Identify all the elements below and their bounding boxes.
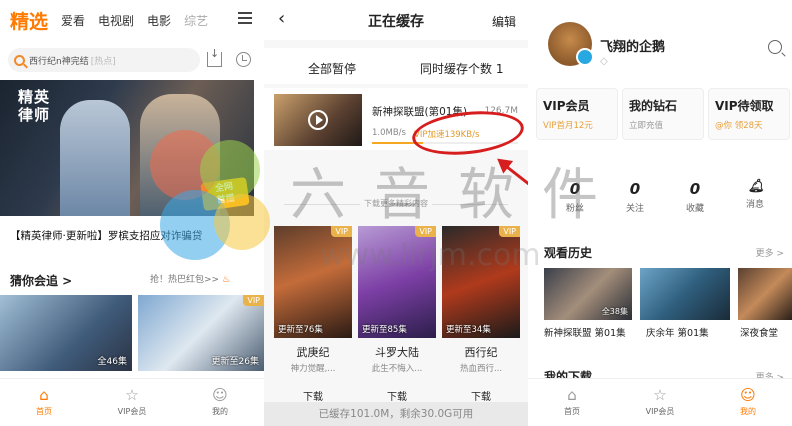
bottom-tab-vip[interactable]: ☆ VIP会员 — [88, 379, 176, 426]
menu-icon[interactable] — [238, 12, 252, 24]
star-icon: ☆ — [125, 386, 139, 404]
history-clock-icon[interactable] — [236, 52, 251, 67]
poster-card[interactable]: VIP 更新至85集 — [358, 226, 436, 338]
poster-card[interactable]: VIP 更新至76集 — [274, 226, 352, 338]
vip-badge: VIP — [499, 226, 520, 237]
bottom-tab-bar: ⌂ 首页 ☆ VIP会员 ☺ 我的 — [528, 378, 792, 426]
download-controls: 全部暂停 同时缓存个数 1 — [264, 48, 528, 84]
poster-title: 西行纪 — [464, 346, 498, 359]
username[interactable]: 飞翔的企鹅 — [600, 36, 665, 55]
history-item[interactable] — [640, 268, 730, 320]
stat-messages[interactable]: 🔔︎ 消息 — [730, 179, 780, 211]
banner-caption[interactable]: 【精英律师·更新啦】罗槟支招应对诈骗贷 — [10, 228, 202, 243]
recommend-card[interactable]: VIP 更新至26集 — [138, 295, 264, 371]
update-status: 更新至85集 — [362, 325, 407, 335]
vip-membership-card[interactable]: VIP会员 VIP首月12元 — [536, 88, 618, 140]
bell-icon: 🔔︎ — [748, 179, 765, 194]
download-button[interactable]: 下载 — [358, 388, 436, 403]
history-item[interactable]: 全38集 — [544, 268, 632, 320]
episode-count: 全38集 — [601, 307, 628, 316]
banner-show-logo: 精英 律师 — [18, 88, 51, 124]
premiere-badge: 全网 首播 — [200, 176, 250, 212]
vip-badge: VIP — [243, 295, 264, 306]
history-item[interactable] — [738, 268, 792, 320]
banner-figure-left — [60, 100, 130, 216]
history-title: 新神探联盟 第01集 — [544, 328, 626, 339]
bottom-tab-bar: ⌂ 首页 ☆ VIP会员 ☺ 我的 — [0, 378, 264, 426]
vip-badge: VIP — [331, 226, 352, 237]
update-status: 更新至34集 — [446, 325, 491, 335]
smile-icon: ☺ — [212, 386, 228, 404]
flame-icon: ♨ — [221, 275, 231, 285]
download-thumbnail — [274, 94, 362, 146]
star-icon: ☆ — [653, 386, 667, 404]
update-status: 更新至76集 — [278, 325, 323, 335]
recommend-card[interactable]: 全46集 — [0, 295, 132, 371]
search-placeholder: [热点] — [90, 56, 116, 67]
pause-all-button[interactable]: 全部暂停 — [308, 60, 356, 77]
tab-movies[interactable]: 电影 — [147, 12, 171, 29]
search-icon[interactable] — [768, 40, 782, 54]
tab-featured[interactable]: 精选 — [10, 7, 48, 34]
edit-button[interactable]: 编辑 — [492, 13, 516, 30]
vip-badge: VIP — [415, 226, 436, 237]
section-title-history: 观看历史 — [544, 246, 593, 260]
my-diamonds-card[interactable]: 我的钻石 立即充值 — [622, 88, 704, 140]
annotation-arrow — [499, 160, 528, 200]
tab-love-watch[interactable]: 爱看 — [61, 12, 85, 29]
concurrent-count-setting[interactable]: 同时缓存个数 1 — [420, 60, 503, 77]
avatar[interactable] — [548, 22, 594, 66]
poster-subtitle: 此生不悔入... — [371, 364, 423, 374]
download-icon[interactable] — [207, 47, 222, 67]
search-value: 西行纪n神完结 — [29, 56, 89, 67]
tab-variety[interactable]: 综艺 — [184, 12, 208, 29]
storage-status: 已缓存101.0M，剩余30.0G可用 — [264, 402, 528, 426]
stat-favorites[interactable]: 0 收藏 — [670, 180, 720, 214]
history-title: 深夜食堂 — [740, 328, 779, 339]
smile-icon: ☺ — [740, 386, 756, 404]
search-icon — [14, 54, 25, 66]
episode-count: 全46集 — [97, 357, 127, 367]
diamond-level-icon: ◇ — [600, 56, 608, 67]
download-button[interactable]: 下载 — [442, 388, 520, 403]
stat-following[interactable]: 0 关注 — [610, 180, 660, 214]
profile-screen: 飞翔的企鹅 ◇ VIP会员 VIP首月12元 我的钻石 立即充值 VIP待领取 … — [528, 0, 792, 426]
tab-tv-series[interactable]: 电视剧 — [98, 12, 134, 29]
page-title: 正在缓存 — [368, 14, 424, 30]
bottom-tab-home[interactable]: ⌂ 首页 — [528, 379, 616, 426]
play-icon — [308, 110, 328, 130]
header: ‹ 正在缓存 编辑 — [264, 0, 528, 40]
download-button[interactable]: 下载 — [274, 388, 352, 403]
more-content-label: 下载更多精彩内容 — [264, 198, 528, 209]
bottom-tab-mine[interactable]: ☺ 我的 — [704, 379, 792, 426]
home-icon: ⌂ — [567, 386, 577, 404]
download-speed: 1.0MB/s — [372, 128, 406, 138]
poster-title: 斗罗大陆 — [375, 346, 419, 359]
bottom-tab-home[interactable]: ⌂ 首页 — [0, 379, 88, 426]
poster-subtitle: 热血西行... — [459, 364, 503, 374]
poster-subtitle: 神力觉醒,... — [290, 364, 336, 374]
bottom-tab-mine[interactable]: ☺ 我的 — [176, 379, 264, 426]
vip-pending-card[interactable]: VIP待领取 @你 领28天 — [708, 88, 790, 140]
category-tabs: 精选 爱看 电视剧 电影 综艺 — [0, 0, 264, 40]
home-screen: 精选 爱看 电视剧 电影 综艺 西行纪n神完结 [热点] 精英 律师 全网 首播… — [0, 0, 264, 426]
search-input[interactable]: 西行纪n神完结 [热点] — [8, 48, 200, 72]
history-more-link[interactable]: 更多 > — [756, 246, 784, 259]
section-title-recommend[interactable]: 猜你会追 > — [10, 272, 72, 289]
hero-banner[interactable]: 精英 律师 全网 首播 — [0, 80, 254, 216]
poster-card[interactable]: VIP 更新至34集 — [442, 226, 520, 338]
red-packet-hint[interactable]: 抢！热巴红包>> ♨ — [150, 272, 230, 285]
poster-title: 武庚纪 — [296, 346, 330, 359]
stat-fans[interactable]: 0 粉丝 — [550, 180, 600, 214]
bottom-tab-vip[interactable]: ☆ VIP会员 — [616, 379, 704, 426]
downloading-screen: ‹ 正在缓存 编辑 全部暂停 同时缓存个数 1 新神探联盟(第01集) 126.… — [264, 0, 528, 426]
history-title: 庆余年 第01集 — [646, 328, 709, 339]
home-icon: ⌂ — [39, 386, 49, 404]
episode-count: 更新至26集 — [211, 357, 259, 367]
